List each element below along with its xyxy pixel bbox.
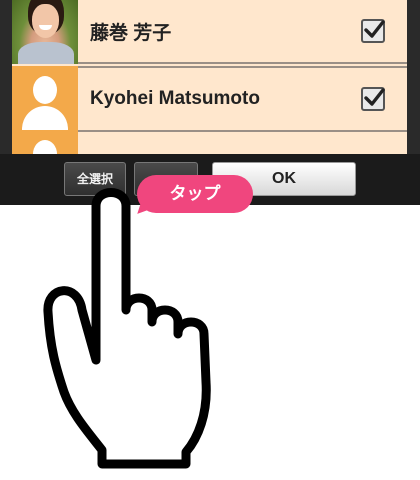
checkbox-checked-icon[interactable] [361, 19, 385, 43]
contact-name: 藤巻 芳子 [90, 22, 172, 44]
default-avatar-icon [12, 130, 78, 154]
hand-pointer-icon [43, 188, 211, 469]
contact-photo-avatar [12, 0, 78, 64]
contact-list: 藤巻 芳子 Kyohei Matsumoto [12, 0, 407, 154]
contact-row[interactable]: 藤巻 芳子 [12, 0, 407, 64]
contact-row[interactable] [12, 130, 407, 154]
checkbox-checked-icon[interactable] [361, 87, 385, 111]
contact-name: Kyohei Matsumoto [90, 88, 260, 109]
contact-row[interactable]: Kyohei Matsumoto [12, 66, 407, 132]
default-avatar-icon [12, 66, 78, 132]
